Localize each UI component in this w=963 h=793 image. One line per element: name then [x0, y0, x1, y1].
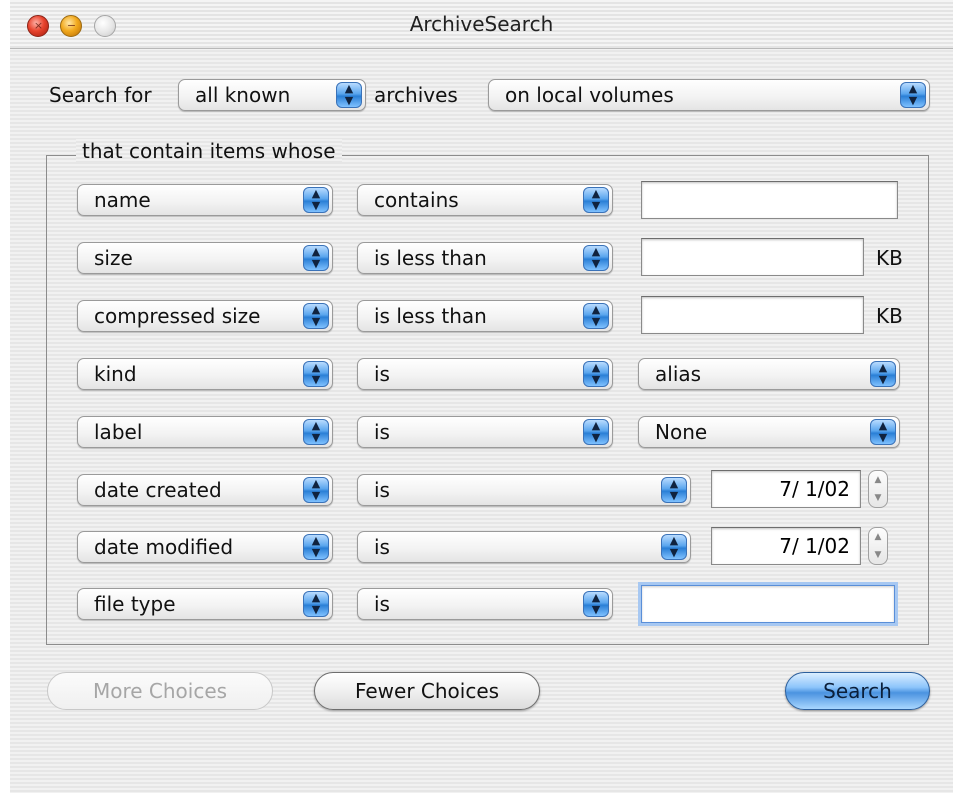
criterion-operator-value: is: [374, 420, 390, 444]
criterion-attribute-value: file type: [94, 592, 176, 616]
name-value-field[interactable]: [641, 181, 898, 219]
label-value: None: [655, 420, 708, 444]
criterion-attribute-value: label: [94, 420, 143, 444]
up-down-arrows-icon: ▲ ▼: [661, 534, 687, 560]
more-choices-button[interactable]: More Choices: [47, 672, 273, 710]
criterion-attribute-value: size: [94, 246, 133, 270]
criterion-operator-value: is less than: [374, 246, 487, 270]
volume-scope-popup[interactable]: on local volumes ▲ ▼: [488, 79, 930, 111]
up-down-arrows-icon: ▲ ▼: [900, 82, 926, 108]
up-down-arrows-icon: ▲ ▼: [303, 361, 329, 387]
criterion-3-attribute-popup[interactable]: compressed size ▲ ▼: [77, 300, 333, 332]
compressed-size-value-input[interactable]: [642, 297, 863, 333]
criterion-operator-value: is: [374, 362, 390, 386]
criterion-1-operator-popup[interactable]: contains ▲ ▼: [357, 184, 613, 216]
up-down-arrows-icon: ▲ ▼: [583, 361, 609, 387]
date-modified-input[interactable]: [712, 528, 860, 564]
criterion-operator-value: is: [374, 592, 390, 616]
up-down-arrows-icon: ▲ ▼: [583, 303, 609, 329]
criteria-group-legend: that contain items whose: [76, 139, 342, 163]
archives-label: archives: [374, 83, 458, 107]
size-value-input[interactable]: [642, 239, 863, 275]
criterion-operator-value: is: [374, 478, 390, 502]
volume-scope-value: on local volumes: [505, 83, 674, 107]
archive-scope-popup[interactable]: all known ▲ ▼: [178, 79, 366, 111]
date-created-stepper[interactable]: ▲ ▼: [868, 470, 888, 508]
criterion-8-operator-popup[interactable]: is ▲ ▼: [357, 588, 613, 620]
criterion-1-attribute-popup[interactable]: name ▲ ▼: [77, 184, 333, 216]
criterion-attribute-value: date created: [94, 478, 222, 502]
up-down-arrows-icon: ▲ ▼: [583, 591, 609, 617]
criterion-2-attribute-popup[interactable]: size ▲ ▼: [77, 242, 333, 274]
up-down-arrows-icon: ▲ ▼: [583, 419, 609, 445]
criterion-4-operator-popup[interactable]: is ▲ ▼: [357, 358, 613, 390]
up-down-arrows-icon: ▲ ▼: [303, 419, 329, 445]
criterion-attribute-value: kind: [94, 362, 137, 386]
criterion-5-operator-popup[interactable]: is ▲ ▼: [357, 416, 613, 448]
size-value-field[interactable]: [641, 238, 864, 276]
up-down-arrows-icon: ▲ ▼: [583, 245, 609, 271]
criterion-3-operator-popup[interactable]: is less than ▲ ▼: [357, 300, 613, 332]
fewer-choices-button[interactable]: Fewer Choices: [314, 672, 540, 710]
up-down-arrows-icon: ▲ ▼: [583, 187, 609, 213]
search-button[interactable]: Search: [785, 672, 930, 710]
up-down-arrows-icon: ▲ ▼: [336, 82, 362, 108]
compressed-size-value-field[interactable]: [641, 296, 864, 334]
kind-value-popup[interactable]: alias ▲ ▼: [638, 358, 900, 390]
criterion-operator-value: is less than: [374, 304, 487, 328]
criterion-attribute-value: compressed size: [94, 304, 261, 328]
stepper-arrows-icon: ▲ ▼: [874, 475, 882, 503]
file-type-value-field[interactable]: [641, 585, 895, 623]
archive-scope-value: all known: [195, 83, 291, 107]
compressed-size-unit-label: KB: [876, 304, 903, 328]
date-modified-stepper[interactable]: ▲ ▼: [868, 527, 888, 565]
archive-search-window: × − ArchiveSearch Search for all known ▲…: [10, 0, 953, 793]
up-down-arrows-icon: ▲ ▼: [870, 419, 896, 445]
criterion-6-operator-popup[interactable]: is ▲ ▼: [357, 474, 691, 506]
size-unit-label: KB: [876, 246, 903, 270]
search-for-label: Search for: [49, 83, 152, 107]
up-down-arrows-icon: ▲ ▼: [303, 477, 329, 503]
up-down-arrows-icon: ▲ ▼: [303, 534, 329, 560]
criterion-4-attribute-popup[interactable]: kind ▲ ▼: [77, 358, 333, 390]
criteria-group: [46, 155, 929, 645]
criterion-7-attribute-popup[interactable]: date modified ▲ ▼: [77, 531, 333, 563]
criterion-attribute-value: name: [94, 188, 151, 212]
up-down-arrows-icon: ▲ ▼: [303, 303, 329, 329]
up-down-arrows-icon: ▲ ▼: [870, 361, 896, 387]
criterion-6-attribute-popup[interactable]: date created ▲ ▼: [77, 474, 333, 506]
date-created-input[interactable]: [712, 471, 860, 507]
criterion-8-attribute-popup[interactable]: file type ▲ ▼: [77, 588, 333, 620]
up-down-arrows-icon: ▲ ▼: [303, 187, 329, 213]
up-down-arrows-icon: ▲ ▼: [303, 591, 329, 617]
title-bar[interactable]: × − ArchiveSearch: [10, 0, 953, 49]
criterion-7-operator-popup[interactable]: is ▲ ▼: [357, 531, 691, 563]
criterion-5-attribute-popup[interactable]: label ▲ ▼: [77, 416, 333, 448]
label-value-popup[interactable]: None ▲ ▼: [638, 416, 900, 448]
stepper-arrows-icon: ▲ ▼: [874, 532, 882, 560]
date-modified-field[interactable]: [711, 527, 861, 565]
up-down-arrows-icon: ▲ ▼: [661, 477, 687, 503]
file-type-value-input[interactable]: [642, 586, 894, 622]
name-value-input[interactable]: [642, 182, 897, 218]
kind-value: alias: [655, 362, 702, 386]
criterion-2-operator-popup[interactable]: is less than ▲ ▼: [357, 242, 613, 274]
criterion-attribute-value: date modified: [94, 535, 234, 559]
criterion-operator-value: contains: [374, 188, 459, 212]
up-down-arrows-icon: ▲ ▼: [303, 245, 329, 271]
criterion-operator-value: is: [374, 535, 390, 559]
window-title: ArchiveSearch: [409, 12, 554, 36]
date-created-field[interactable]: [711, 470, 861, 508]
